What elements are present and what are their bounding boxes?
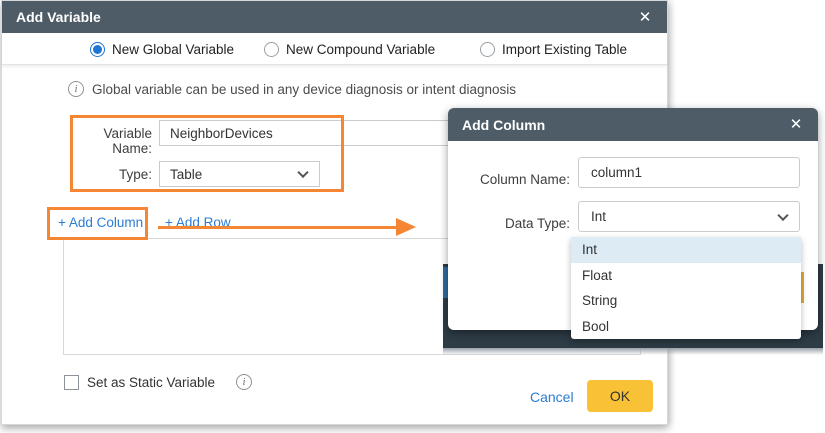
- dropdown-option-bool[interactable]: Bool: [571, 314, 801, 340]
- column-name-label: Column Name:: [458, 172, 570, 187]
- data-type-label: Data Type:: [458, 216, 570, 231]
- close-icon[interactable]: ✕: [633, 1, 657, 33]
- type-select[interactable]: Table: [159, 161, 320, 187]
- add-column-link[interactable]: + Add Column: [58, 215, 143, 230]
- column-name-input[interactable]: column1: [578, 157, 800, 188]
- static-variable-label: Set as Static Variable: [87, 375, 215, 390]
- data-type-dropdown: Int Float String Bool: [571, 237, 801, 339]
- type-select-value: Table: [170, 167, 202, 182]
- data-type-select[interactable]: Int: [578, 201, 800, 232]
- add-variable-header: Add Variable ✕: [2, 1, 667, 33]
- dropdown-option-float[interactable]: Float: [571, 263, 801, 289]
- dropdown-option-int[interactable]: Int: [571, 237, 801, 263]
- cancel-button[interactable]: Cancel: [530, 389, 574, 405]
- variable-name-input[interactable]: NeighborDevices: [159, 120, 460, 146]
- radio-label: New Global Variable: [112, 42, 234, 57]
- type-label: Type:: [62, 167, 152, 182]
- radio-label: New Compound Variable: [286, 42, 435, 57]
- radio-unselected-icon: [264, 42, 279, 57]
- radio-selected-icon: [90, 42, 105, 57]
- add-column-title: Add Column: [448, 117, 545, 133]
- chevron-down-icon: [777, 209, 788, 220]
- dropdown-option-string[interactable]: String: [571, 288, 801, 314]
- radio-new-compound-variable[interactable]: New Compound Variable: [264, 33, 435, 65]
- chevron-down-icon: [297, 167, 308, 178]
- add-column-header: Add Column ✕: [448, 108, 818, 141]
- add-variable-title: Add Variable: [2, 9, 101, 25]
- tutorial-arrow-line: [158, 226, 398, 229]
- info-icon: i: [236, 374, 252, 390]
- radio-new-global-variable[interactable]: New Global Variable: [90, 33, 234, 65]
- global-variable-info-text: Global variable can be used in any devic…: [92, 82, 516, 97]
- radio-unselected-icon: [480, 42, 495, 57]
- tutorial-arrow-head: [396, 218, 416, 236]
- ok-button[interactable]: OK: [587, 380, 653, 412]
- radio-label: Import Existing Table: [502, 42, 627, 57]
- close-icon[interactable]: ✕: [784, 108, 808, 140]
- info-icon: i: [68, 81, 84, 97]
- screenshot-canvas: Add Variable ✕ New Global Variable New C…: [0, 0, 825, 433]
- radio-import-existing-table[interactable]: Import Existing Table: [480, 33, 627, 65]
- modal-backdrop-shadow: [443, 348, 823, 355]
- variable-kind-radio-group: New Global Variable New Compound Variabl…: [2, 33, 667, 65]
- static-variable-checkbox[interactable]: [64, 375, 79, 390]
- variable-name-label: Variable Name:: [62, 126, 152, 156]
- data-type-select-value: Int: [591, 209, 606, 224]
